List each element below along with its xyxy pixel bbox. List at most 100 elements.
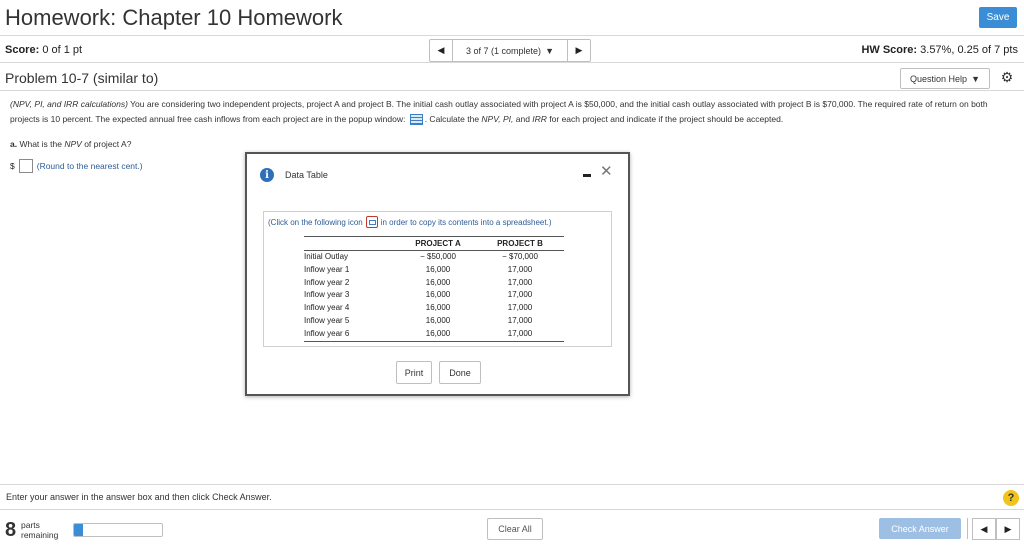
row-label: Inflow year 4: [304, 303, 350, 313]
hw-score: HW Score: 3.57%, 0.25 of 7 pts: [861, 44, 1018, 56]
project-b-value: 17,000: [507, 264, 533, 274]
row-label: Initial Outlay: [304, 252, 349, 261]
question-help-button[interactable]: Question Help ▼: [900, 68, 990, 89]
round-hint: (Round to the nearest cent.): [36, 161, 143, 171]
triangle-left-icon: ◀: [980, 523, 988, 534]
project-b-value: 17,000: [476, 327, 564, 342]
problem-title: Problem 10-7 (similar to): [5, 70, 159, 86]
question-irr: IRR: [532, 114, 547, 124]
header-divider: [0, 35, 1024, 36]
question-body-4: for each project and indicate if the pro…: [546, 114, 784, 124]
table-row: Initial Outlay − $50,000 − $70,000: [304, 251, 564, 264]
hw-score-label: HW Score:: [861, 44, 918, 56]
clear-all-button[interactable]: Clear All: [487, 518, 543, 540]
table-row: Inflow year 6 16,000 17,000: [304, 327, 564, 342]
score-label: Score:: [5, 44, 40, 56]
cash-flow-table: PROJECT A PROJECT B Initial Outlay − $50…: [304, 236, 564, 342]
score: Score: 0 of 1 pt: [5, 44, 82, 56]
column-header: PROJECT A: [400, 236, 476, 251]
copy-instructions-1: (Click on the following icon: [268, 217, 363, 227]
question-text: (NPV, PI, and IRR calculations) You are …: [10, 97, 1015, 127]
score-value: 0 of 1 pt: [42, 44, 83, 56]
parts-remaining-label: parts remaining: [21, 520, 58, 540]
problem-divider: [0, 90, 1024, 91]
triangle-right-icon: ▶: [575, 45, 583, 55]
previous-question-button[interactable]: ◀: [430, 40, 452, 61]
info-icon: i: [260, 168, 274, 182]
footer-divider: [0, 509, 1024, 510]
table-popup-icon[interactable]: [409, 114, 423, 126]
question-select-label: 3 of 7 (1 complete): [466, 45, 542, 56]
copy-to-spreadsheet-icon[interactable]: [365, 216, 378, 228]
triangle-left-icon: ◀: [437, 45, 445, 55]
project-a-value: 16,000: [425, 303, 451, 313]
project-a-value: 16,000: [425, 290, 451, 300]
column-header: PROJECT B: [476, 236, 564, 251]
hw-score-value: 3.57%, 0.25 of 7 pts: [920, 44, 1018, 56]
previous-part-button[interactable]: ◀: [972, 518, 996, 540]
minimize-icon[interactable]: [583, 174, 591, 177]
data-table-container: (Click on the following icon in order to…: [263, 211, 612, 347]
parts-label-2: remaining: [21, 530, 59, 540]
question-body-3: and: [513, 114, 533, 124]
question-help-label: Question Help: [910, 73, 968, 84]
project-a-value: − $50,000: [420, 252, 456, 261]
project-b-value: 17,000: [507, 290, 533, 300]
data-table-dialog: i Data Table ✕ (Click on the following i…: [245, 152, 630, 396]
score-divider: [0, 62, 1024, 63]
triangle-right-icon: ▶: [1004, 523, 1012, 534]
part-a-text-2: of project A?: [81, 139, 132, 149]
dollar-sign: $: [10, 161, 15, 171]
project-b-value: 17,000: [507, 315, 533, 325]
question-npv-pi: NPV, PI,: [481, 114, 514, 124]
parts-progress-bar: [73, 523, 163, 537]
page-title: Homework: Chapter 10 Homework: [5, 5, 343, 30]
dialog-title: Data Table: [285, 170, 328, 180]
save-button[interactable]: Save: [979, 7, 1017, 28]
table-header-row: PROJECT A PROJECT B: [304, 236, 564, 251]
npv-answer-input[interactable]: [18, 159, 33, 173]
answer-row: $ (Round to the nearest cent.): [10, 159, 143, 173]
footer-separator: [967, 518, 968, 539]
row-label: Inflow year 1: [304, 264, 350, 274]
close-icon[interactable]: ✕: [600, 162, 613, 180]
parts-label-1: parts: [21, 520, 40, 530]
part-a-question: a. What is the NPV of project A?: [10, 139, 131, 149]
table-row: Inflow year 4 16,000 17,000: [304, 302, 564, 315]
gear-icon[interactable]: ⚙: [998, 68, 1016, 86]
caret-down-icon: ▼: [545, 45, 554, 56]
project-a-value: 16,000: [425, 264, 451, 274]
project-a-value: 16,000: [425, 277, 451, 287]
row-label: Inflow year 5: [304, 315, 350, 325]
project-b-value: 17,000: [507, 277, 533, 287]
row-label: Inflow year 3: [304, 290, 350, 300]
question-navigator: ◀ 3 of 7 (1 complete) ▼ ▶: [429, 39, 591, 62]
table-row: Inflow year 3 16,000 17,000: [304, 289, 564, 302]
project-a-value: 16,000: [400, 327, 476, 342]
table-row: Inflow year 1 16,000 17,000: [304, 264, 564, 277]
check-answer-button[interactable]: Check Answer: [879, 518, 961, 539]
done-button[interactable]: Done: [439, 361, 481, 384]
question-select[interactable]: 3 of 7 (1 complete) ▼: [452, 40, 568, 61]
question-body-2: . Calculate the: [424, 114, 482, 124]
progress-fill: [74, 524, 83, 536]
help-icon[interactable]: ?: [1003, 490, 1019, 506]
table-row: Inflow year 5 16,000 17,000: [304, 315, 564, 328]
print-button[interactable]: Print: [396, 361, 432, 384]
table-row: Inflow year 2 16,000 17,000: [304, 277, 564, 290]
next-part-button[interactable]: ▶: [996, 518, 1020, 540]
copy-instructions-2: in order to copy its contents into a spr…: [380, 217, 552, 227]
question-topic: (NPV, PI, and IRR calculations): [10, 99, 128, 109]
project-b-value: 17,000: [507, 303, 533, 313]
row-label: Inflow year 6: [304, 327, 400, 342]
part-a-text-1: What is the: [17, 139, 65, 149]
project-a-value: 16,000: [425, 315, 451, 325]
column-header: [304, 236, 400, 251]
parts-remaining-count: 8: [5, 519, 17, 541]
footer-divider-top: [0, 484, 1024, 485]
copy-instructions: (Click on the following icon in order to…: [268, 216, 551, 228]
part-a-npv: NPV: [64, 139, 82, 149]
project-b-value: − $70,000: [502, 252, 538, 261]
row-label: Inflow year 2: [304, 277, 350, 287]
next-question-button[interactable]: ▶: [568, 40, 590, 61]
